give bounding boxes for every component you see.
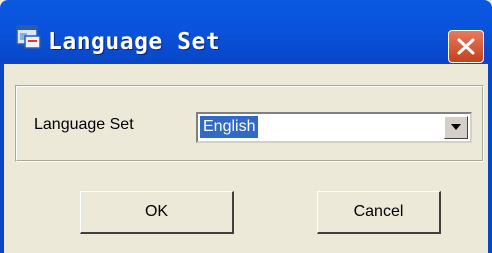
window-frame-left xyxy=(0,64,4,253)
window-frame-right xyxy=(488,64,492,253)
language-set-label: Language Set xyxy=(34,116,134,133)
language-select-value: English xyxy=(200,116,259,138)
ok-button[interactable]: OK xyxy=(80,191,234,234)
title-bar[interactable]: Language Set xyxy=(0,0,492,64)
close-button[interactable] xyxy=(448,30,484,63)
window-title: Language Set xyxy=(48,29,221,55)
language-set-dialog: Language Set Language Set English OK Can… xyxy=(0,0,492,253)
dropdown-button[interactable] xyxy=(444,116,468,139)
app-window-icon xyxy=(16,24,42,50)
cancel-button[interactable]: Cancel xyxy=(317,191,441,234)
close-icon xyxy=(457,38,475,55)
language-select[interactable]: English xyxy=(196,112,472,143)
chevron-down-icon xyxy=(451,124,461,130)
